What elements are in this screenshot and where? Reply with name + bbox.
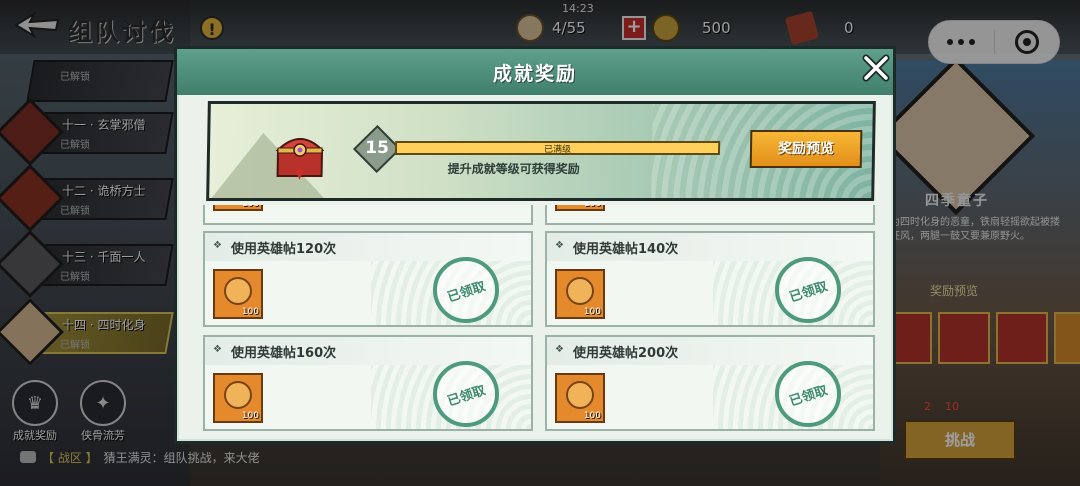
hero-token-reward[interactable]: 100 [213,269,263,319]
banner-hint: 提升成就等级可获得奖励 [447,162,580,176]
reward-qty: 100 [583,411,601,421]
hero-token-reward[interactable]: 100 [213,373,263,423]
achievement-card: 100 [545,205,875,225]
claimed-stamp-text: 已领取 [787,279,830,306]
reward-qty: 100 [583,307,601,317]
diamond-bullet-icon: ❖ [213,240,222,251]
achievement-card: ❖ 使用英雄帖140次 100 已领取 [545,231,875,327]
achievement-progress-bar: 已满级 [394,141,721,155]
achievement-title: 使用英雄帖200次 [573,346,679,361]
claimed-stamp-text: 已领取 [445,279,488,306]
fist-token-icon [566,381,594,409]
fist-token-icon [566,277,594,305]
achievement-card: ❖ 使用英雄帖160次 100 已领取 [203,335,533,431]
modal-title: 成就奖励 [492,63,577,85]
progress-label: 已满级 [543,145,572,155]
hero-token-reward[interactable]: 100 [555,373,605,423]
diamond-bullet-icon: ❖ [213,344,222,355]
achievement-list[interactable]: 100 100 ❖ 使用英雄帖120次 100 已领取 ❖ 使用英雄 [203,205,875,441]
fist-token-icon [224,277,252,305]
reward-qty: 100 [584,205,601,209]
achievement-title: 使用英雄帖140次 [573,242,679,257]
claimed-stamp: 已领取 [433,361,499,427]
diamond-bullet-icon: ❖ [555,344,564,355]
achievement-title: 使用英雄帖120次 [231,242,337,257]
hero-token-reward[interactable]: 100 [555,269,605,319]
claimed-stamp: 已领取 [775,257,841,323]
modal-header: 成就奖励 [177,49,893,95]
hero-token-reward: 100 [555,205,605,211]
claimed-stamp: 已领取 [433,257,499,323]
achievement-level: 15 [365,138,390,158]
reward-qty: 100 [241,307,259,317]
claimed-stamp: 已领取 [775,361,841,427]
achievement-card: 100 [203,205,533,225]
diamond-bullet-icon: ❖ [555,240,564,251]
treasure-chest-icon [275,138,325,180]
achievement-card: ❖ 使用英雄帖120次 100 已领取 [203,231,533,327]
claimed-stamp-text: 已领取 [787,383,830,410]
achievement-level-banner: 15 已满级 提升成就等级可获得奖励 奖励预览 [206,101,876,201]
claimed-stamp-text: 已领取 [445,383,488,410]
reward-qty: 100 [241,411,259,421]
achievement-card: ❖ 使用英雄帖200次 100 已领取 [545,335,875,431]
achievement-title: 使用英雄帖160次 [231,346,337,361]
hero-token-reward: 100 [213,205,263,211]
achievement-reward-modal: 成就奖励 15 已满级 提升成就等级可获得奖励 奖励预览 100 [174,46,896,444]
reward-qty: 100 [242,205,259,209]
fist-token-icon [224,381,252,409]
reward-preview-button[interactable]: 奖励预览 [749,130,863,168]
close-icon[interactable] [861,53,891,83]
